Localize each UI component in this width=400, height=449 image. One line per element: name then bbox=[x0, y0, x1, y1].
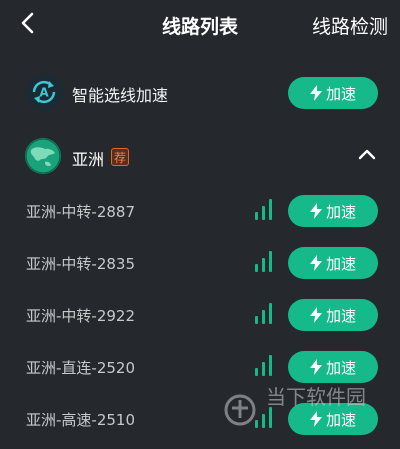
line-row[interactable]: 亚洲-中转-2887 加速 bbox=[0, 193, 400, 229]
lightning-icon bbox=[309, 411, 322, 427]
line-row[interactable]: 亚洲-中转-2835 加速 bbox=[0, 245, 400, 281]
signal-strength-icon bbox=[255, 199, 272, 220]
line-accelerate-button[interactable]: 加速 bbox=[288, 299, 378, 331]
chevron-up-icon[interactable] bbox=[358, 148, 376, 160]
region-header-asia[interactable]: 亚洲 荐 bbox=[0, 136, 400, 178]
line-name: 亚洲-中转-2922 bbox=[26, 307, 135, 325]
line-row[interactable]: 亚洲-高速-2510 加速 bbox=[0, 401, 400, 437]
line-row[interactable]: 亚洲-中转-2922 加速 bbox=[0, 297, 400, 333]
accelerate-label: 加速 bbox=[325, 358, 356, 377]
signal-strength-icon bbox=[255, 303, 272, 324]
line-name: 亚洲-高速-2510 bbox=[26, 411, 135, 429]
accelerate-label: 加速 bbox=[325, 410, 356, 429]
signal-strength-icon bbox=[255, 355, 272, 376]
line-name: 亚洲-中转-2887 bbox=[26, 203, 135, 221]
svg-text:A: A bbox=[39, 86, 49, 100]
line-name: 亚洲-中转-2835 bbox=[26, 255, 135, 273]
line-accelerate-button[interactable]: 加速 bbox=[288, 351, 378, 383]
smart-select-icon: A bbox=[25, 73, 63, 111]
header-bar: 线路列表 线路检测 bbox=[0, 0, 400, 50]
lightning-icon bbox=[309, 255, 322, 271]
accelerate-label: 加速 bbox=[325, 84, 356, 103]
recommend-badge: 荐 bbox=[111, 148, 129, 166]
globe-icon bbox=[25, 138, 61, 174]
accelerate-label: 加速 bbox=[325, 202, 356, 221]
smart-accelerate-button[interactable]: 加速 bbox=[288, 77, 378, 109]
line-row[interactable]: 亚洲-直连-2520 加速 bbox=[0, 349, 400, 385]
region-name: 亚洲 bbox=[72, 150, 105, 169]
accelerate-label: 加速 bbox=[325, 306, 356, 325]
line-accelerate-button[interactable]: 加速 bbox=[288, 403, 378, 435]
smart-select-label: 智能选线加速 bbox=[72, 86, 169, 105]
lightning-icon bbox=[309, 359, 322, 375]
line-detect-button[interactable]: 线路检测 bbox=[312, 12, 388, 39]
line-accelerate-button[interactable]: 加速 bbox=[288, 247, 378, 279]
chevron-left-icon bbox=[21, 12, 34, 34]
lightning-icon bbox=[309, 307, 322, 323]
signal-strength-icon bbox=[255, 407, 272, 428]
lightning-icon bbox=[309, 85, 322, 101]
back-button[interactable] bbox=[12, 8, 42, 38]
smart-select-row: A 智能选线加速 加速 bbox=[0, 70, 400, 116]
line-name: 亚洲-直连-2520 bbox=[26, 359, 135, 377]
line-accelerate-button[interactable]: 加速 bbox=[288, 195, 378, 227]
accelerate-label: 加速 bbox=[325, 254, 356, 273]
auto-refresh-icon: A bbox=[32, 80, 56, 104]
lightning-icon bbox=[309, 203, 322, 219]
signal-strength-icon bbox=[255, 251, 272, 272]
